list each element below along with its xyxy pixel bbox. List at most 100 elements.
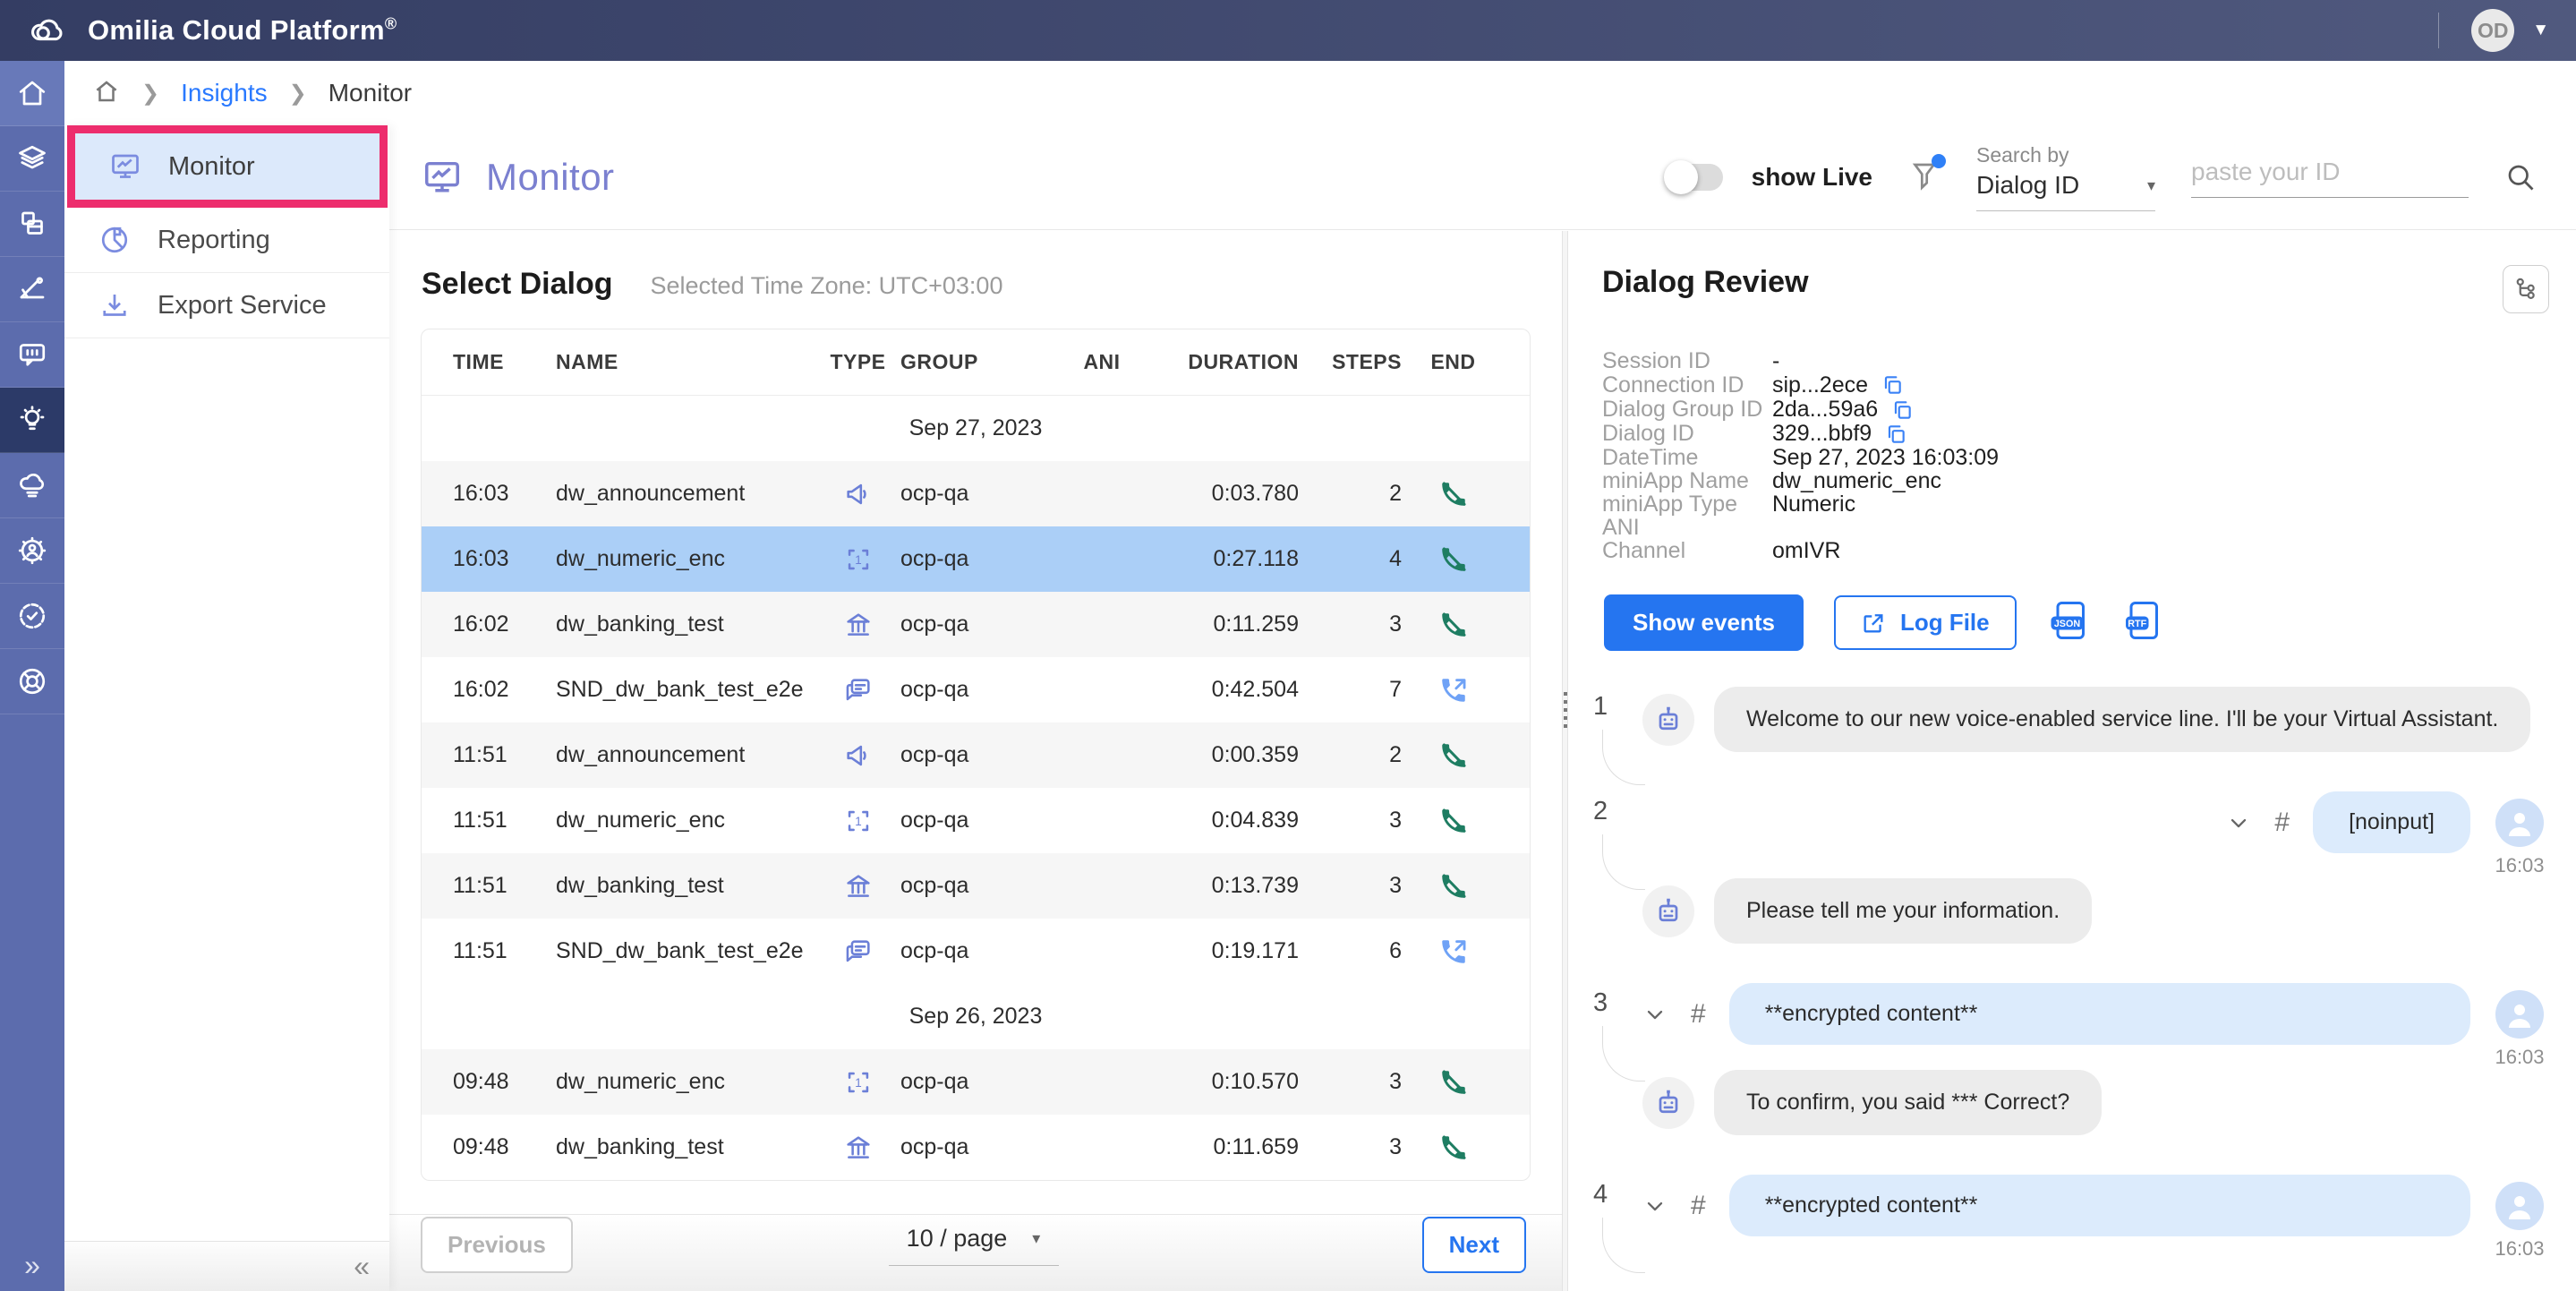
app-nav-components[interactable] <box>0 192 64 257</box>
search-by-select[interactable]: Dialog ID ▾ <box>1976 171 2155 211</box>
chat-icon <box>815 936 900 967</box>
detail-row: Dialog ID 329...bbf9 <box>1602 422 2576 446</box>
cell-time: 09:48 <box>453 1134 556 1160</box>
cell-group: ocp-qa <box>900 481 1075 507</box>
download-json-icon[interactable]: JSON <box>2047 599 2090 646</box>
show-events-button[interactable]: Show events <box>1604 594 1804 651</box>
svg-text:1: 1 <box>855 1075 861 1089</box>
expand-app-nav-icon[interactable]: » <box>0 1249 64 1282</box>
previous-page-button[interactable]: Previous <box>421 1217 573 1273</box>
cell-duration: 0:03.780 <box>1129 481 1299 507</box>
column-header: DURATION <box>1129 350 1299 374</box>
user-turn: # **encrypted content** 16:03 <box>1642 1175 2546 1236</box>
step-connector <box>1602 730 1645 785</box>
column-header: STEPS <box>1299 350 1402 374</box>
chevron-down-icon[interactable] <box>1642 1193 1668 1218</box>
cell-steps: 2 <box>1299 742 1402 768</box>
table-row[interactable]: 09:48 dw_banking_test ocp-qa 0:11.659 3 <box>422 1115 1530 1180</box>
copy-icon[interactable] <box>1884 422 1907 446</box>
collapse-sidebar-icon[interactable]: « <box>354 1250 370 1283</box>
filter-icon[interactable] <box>1908 159 1941 196</box>
show-live-toggle[interactable] <box>1666 164 1723 191</box>
column-header: TIME <box>453 350 556 374</box>
call-ended-icon <box>1402 806 1505 836</box>
call-transfer-icon <box>1402 675 1505 705</box>
cell-steps: 7 <box>1299 677 1402 703</box>
banking-icon <box>815 871 900 902</box>
cell-group: ocp-qa <box>900 611 1075 637</box>
table-row[interactable]: 11:51 dw_banking_test ocp-qa 0:13.739 3 <box>422 853 1530 919</box>
table-row[interactable]: 11:51 SND_dw_bank_test_e2e ocp-qa 0:19.1… <box>422 919 1530 984</box>
app-nav-insights[interactable] <box>0 388 64 453</box>
quality-badge-icon <box>16 600 48 632</box>
detail-value: omIVR <box>1772 539 1840 562</box>
conversations-icon <box>16 338 48 371</box>
next-page-button[interactable]: Next <box>1422 1217 1526 1273</box>
cell-group: ocp-qa <box>900 1069 1075 1095</box>
table-row[interactable]: 11:51 dw_numeric_enc 1 ocp-qa 0:04.839 3 <box>422 788 1530 853</box>
bot-avatar <box>1642 694 1694 746</box>
chevron-down-icon[interactable] <box>2226 810 2251 835</box>
user-avatar-menu[interactable]: OD <box>2471 9 2514 52</box>
sidebar-item-export-service[interactable]: Export Service <box>64 273 389 338</box>
app-nav-support[interactable] <box>0 649 64 714</box>
app-nav-drafting[interactable] <box>0 257 64 322</box>
copy-icon[interactable] <box>1890 397 1914 421</box>
table-row[interactable]: 16:03 dw_numeric_enc 1 ocp-qa 0:27.118 4 <box>422 526 1530 592</box>
anchor-link-icon[interactable]: # <box>2274 808 2290 838</box>
app-nav-layers[interactable] <box>0 126 64 192</box>
support-icon <box>16 665 48 697</box>
search-icon[interactable] <box>2504 161 2537 193</box>
anchor-link-icon[interactable]: # <box>1691 999 1706 1030</box>
breadcrumb-insights[interactable]: Insights <box>181 79 268 107</box>
page-size-select[interactable]: 10 / page ▾ <box>889 1225 1059 1266</box>
user-settings-icon <box>16 534 48 567</box>
log-file-button[interactable]: Log File <box>1834 595 2017 650</box>
cell-group: ocp-qa <box>900 873 1075 899</box>
chevron-down-icon[interactable] <box>1642 1002 1668 1027</box>
panel-divider <box>1562 231 1568 1291</box>
detail-row: Channel omIVR <box>1602 539 2576 562</box>
dialog-tree-view-button[interactable] <box>2503 265 2549 313</box>
anchor-link-icon[interactable]: # <box>1691 1191 1706 1221</box>
download-rtf-icon[interactable]: RTF <box>2120 599 2163 646</box>
app-nav-home[interactable] <box>0 61 64 126</box>
table-row[interactable]: 09:48 dw_numeric_enc 1 ocp-qa 0:10.570 3 <box>422 1049 1530 1115</box>
table-row[interactable]: 16:02 SND_dw_bank_test_e2e ocp-qa 0:42.5… <box>422 657 1530 722</box>
home-icon[interactable] <box>93 78 120 109</box>
timezone-note: Selected Time Zone: UTC+03:00 <box>651 272 1003 300</box>
table-row[interactable]: 16:02 dw_banking_test ocp-qa 0:11.259 3 <box>422 592 1530 657</box>
detail-value: Numeric <box>1772 492 1855 516</box>
app-nav-cloud-services[interactable] <box>0 453 64 518</box>
id-search-input[interactable] <box>2191 158 2469 198</box>
cloud-logo-icon <box>27 10 68 51</box>
breadcrumb-separator: ❯ <box>289 81 307 107</box>
divider-drag-handle[interactable] <box>1564 692 1567 731</box>
table-row[interactable]: 16:03 dw_announcement ocp-qa 0:03.780 2 <box>422 461 1530 526</box>
step-number: 1 <box>1593 692 1608 722</box>
user-turn: # **encrypted content** 16:03 <box>1642 983 2546 1045</box>
step-connector <box>1602 1026 1645 1082</box>
svg-text:JSON: JSON <box>2053 619 2080 629</box>
app-nav-quality-badge[interactable] <box>0 584 64 649</box>
sidebar-item-monitor[interactable]: Monitor <box>75 133 380 200</box>
numeric-icon: 1 <box>815 544 900 575</box>
call-ended-icon <box>1402 610 1505 640</box>
announcement-icon <box>815 479 900 509</box>
sidebar-item-reporting[interactable]: Reporting <box>64 208 389 273</box>
filter-active-badge <box>1932 154 1946 168</box>
cell-steps: 3 <box>1299 873 1402 899</box>
user-turn: # [noinput] 16:03 <box>1642 791 2546 853</box>
cell-group: ocp-qa <box>900 1134 1075 1160</box>
app-nav-conversations[interactable] <box>0 322 64 388</box>
reporting-icon <box>98 224 131 256</box>
cell-time: 11:51 <box>453 873 556 899</box>
avatar-caret-icon[interactable]: ▼ <box>2532 21 2549 40</box>
cell-steps: 6 <box>1299 938 1402 964</box>
app-nav-user-settings[interactable] <box>0 518 64 584</box>
dialog-table: TIME NAME TYPE GROUP ANI DURATION STEPS … <box>421 329 1531 1181</box>
table-row[interactable]: 11:51 dw_announcement ocp-qa 0:00.359 2 <box>422 722 1530 788</box>
chat-icon <box>815 675 900 705</box>
detail-label: miniApp Type <box>1602 492 1772 516</box>
copy-icon[interactable] <box>1881 372 1904 397</box>
